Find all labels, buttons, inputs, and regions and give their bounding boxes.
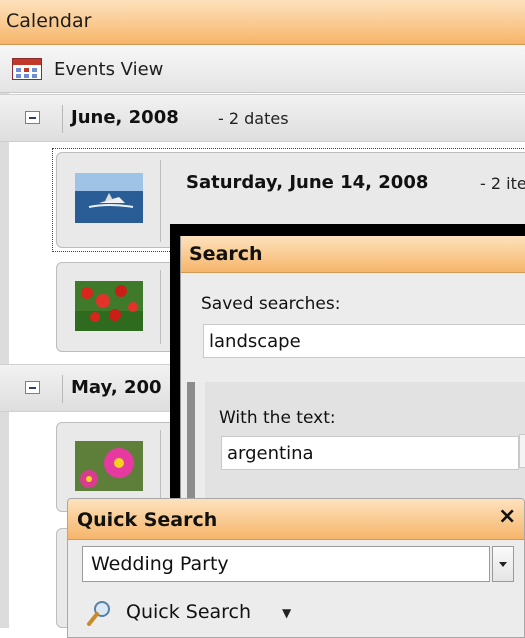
with-the-text-label: With the text: bbox=[219, 408, 336, 428]
search-header: Search bbox=[181, 236, 525, 273]
pink-flower-photo-thumbnail bbox=[75, 441, 143, 491]
quick-search-button-label: Quick Search bbox=[126, 601, 252, 623]
saved-searches-label: Saved searches: bbox=[201, 294, 341, 314]
events-toolbar: Events View bbox=[0, 45, 525, 93]
with-the-text-field[interactable]: argentina bbox=[221, 436, 519, 470]
event-item-count: - 2 ite bbox=[480, 174, 525, 193]
magnifier-icon bbox=[87, 601, 110, 626]
event-title: Saturday, June 14, 2008 bbox=[186, 172, 429, 193]
poppies-photo-thumbnail bbox=[75, 281, 143, 331]
group-title: June, 2008 bbox=[71, 107, 179, 128]
left-gutter bbox=[0, 93, 9, 628]
group-title: May, 200 bbox=[71, 377, 162, 398]
quick-search-input[interactable]: Wedding Party bbox=[82, 546, 490, 582]
boat-photo-thumbnail bbox=[75, 173, 143, 223]
calendar-title: Calendar bbox=[6, 10, 92, 32]
group-count: - 2 dates bbox=[218, 109, 289, 128]
collapse-icon[interactable] bbox=[25, 111, 40, 124]
dropdown-arrow-icon[interactable]: ▼ bbox=[282, 606, 291, 620]
quick-search-title: Quick Search bbox=[77, 509, 218, 531]
quick-search-header: Quick Search × bbox=[68, 499, 524, 540]
saved-searches-field[interactable]: landscape bbox=[203, 324, 525, 358]
search-panel: Search Saved searches: landscape With th… bbox=[180, 236, 525, 542]
close-icon[interactable]: × bbox=[498, 506, 516, 528]
calendar-icon bbox=[12, 58, 42, 80]
search-title: Search bbox=[189, 243, 263, 265]
with-the-text-dropdown[interactable] bbox=[519, 434, 525, 468]
quick-search-panel: Quick Search × Wedding Party Quick Searc… bbox=[67, 498, 525, 638]
events-view-label: Events View bbox=[54, 59, 164, 80]
calendar-title-bar: Calendar bbox=[0, 0, 525, 45]
group-header-june-2008[interactable]: June, 2008 - 2 dates bbox=[0, 94, 525, 142]
chevron-down-icon[interactable] bbox=[492, 546, 514, 582]
collapse-icon[interactable] bbox=[25, 381, 40, 394]
